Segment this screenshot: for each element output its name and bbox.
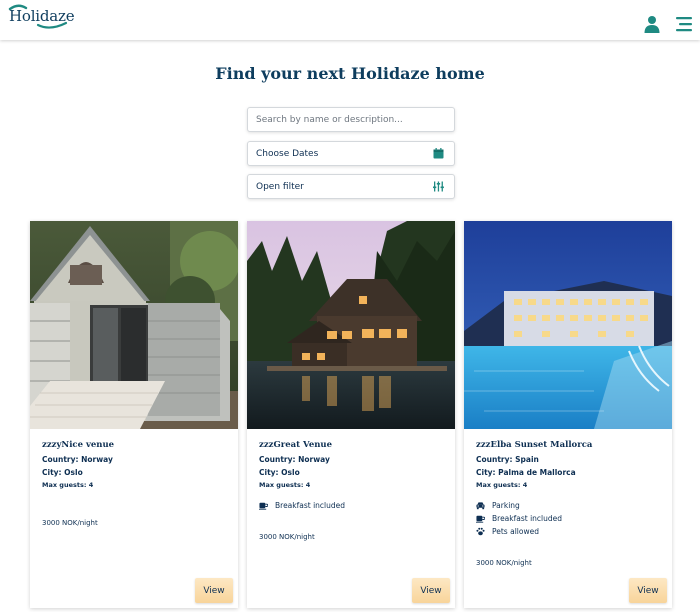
amenity-label: Pets allowed (492, 527, 539, 536)
venue-country: Country: Norway (42, 455, 113, 464)
top-header: Holidaze (0, 0, 700, 40)
venue-price: 3000 NOK/night (476, 559, 532, 567)
venue-city: City: Palma de Mallorca (476, 468, 576, 477)
venue-name: zzzGreat Venue (259, 440, 333, 450)
holidaze-logo[interactable]: Holidaze (9, 7, 75, 25)
venue-max-guests: Max guests: 4 (42, 481, 94, 489)
amenity-label: Breakfast included (492, 514, 563, 523)
venue-max-guests: Max guests: 4 (476, 481, 528, 489)
open-filter-button[interactable]: Open filter (247, 174, 455, 199)
search-field (247, 107, 455, 132)
venue-name: zzzElba Sunset Mallorca (476, 440, 593, 450)
user-icon[interactable] (643, 15, 661, 33)
venue-city: City: Oslo (259, 468, 300, 477)
amenity-label: Parking (492, 501, 520, 510)
coffee-cup-icon (259, 502, 268, 510)
choose-dates-button[interactable]: Choose Dates (247, 141, 455, 166)
venue-country: Country: Norway (259, 455, 330, 464)
view-button[interactable]: View (412, 578, 450, 603)
venue-photo[interactable] (247, 221, 455, 429)
amenity-breakfast: Breakfast included (476, 512, 662, 525)
venue-card: zzzyNice venue Country: Norway City: Osl… (30, 221, 238, 608)
amenity-parking: Parking (476, 499, 662, 512)
hamburger-menu-icon[interactable] (676, 16, 692, 32)
venue-photo[interactable] (464, 221, 672, 429)
venue-city: City: Oslo (42, 468, 83, 477)
view-button[interactable]: View (195, 578, 233, 603)
calendar-icon (433, 148, 444, 159)
amenity-pets: Pets allowed (476, 525, 662, 538)
venue-card: zzzElba Sunset Mallorca Country: Spain C… (464, 221, 672, 608)
choose-dates-label: Choose Dates (256, 148, 319, 159)
paw-icon (476, 527, 485, 536)
venue-name: zzzyNice venue (42, 440, 115, 450)
sliders-icon (433, 181, 444, 192)
page-title: Find your next Holidaze home (215, 64, 485, 83)
venue-price: 3000 NOK/night (259, 533, 315, 541)
amenity-breakfast: Breakfast included (259, 499, 445, 512)
open-filter-label: Open filter (256, 181, 304, 192)
view-button[interactable]: View (629, 578, 667, 603)
amenity-label: Breakfast included (275, 501, 346, 510)
venue-card: zzzGreat Venue Country: Norway City: Osl… (247, 221, 455, 608)
search-input[interactable] (256, 114, 446, 125)
coffee-cup-icon (476, 515, 485, 523)
venue-price: 3000 NOK/night (42, 519, 98, 527)
venue-photo[interactable] (30, 221, 238, 429)
venue-max-guests: Max guests: 4 (259, 481, 311, 489)
venue-country: Country: Spain (476, 455, 539, 464)
car-icon (476, 502, 485, 510)
